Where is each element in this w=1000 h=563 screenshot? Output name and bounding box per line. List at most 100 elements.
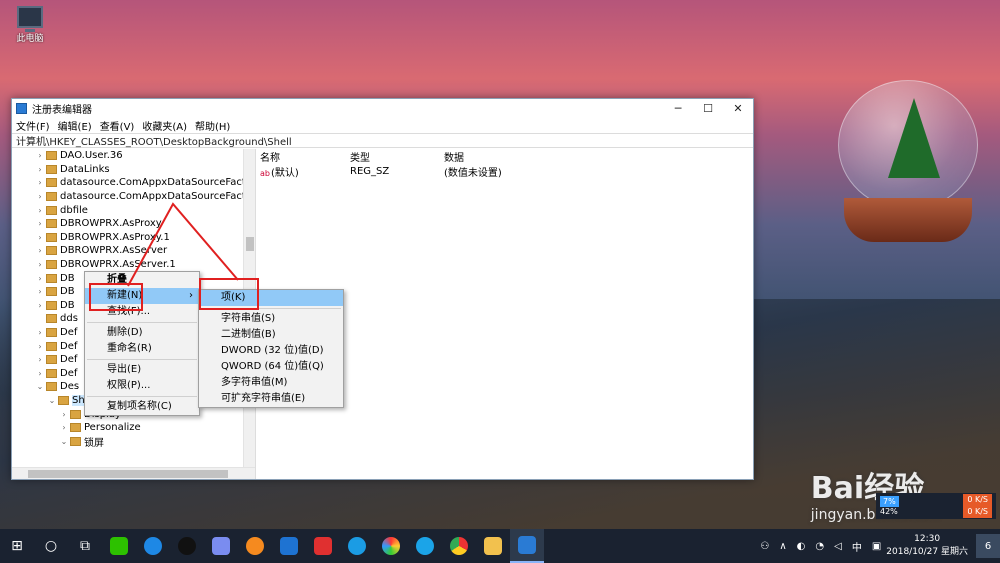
tree-node[interactable]: › datasource.ComAppxDataSourceFacto [12,176,255,190]
context-menu-item[interactable]: 二进制值(B) [199,327,343,343]
close-button[interactable]: ✕ [723,102,753,115]
column-type[interactable]: 类型 [350,149,444,164]
action-center-button[interactable]: 6 [976,529,1000,563]
regedit-taskbar-icon[interactable] [510,529,544,563]
tree-node-label: dbfile [60,204,88,216]
menu-separator [87,359,197,360]
clock[interactable]: 12:30 2018/10/27 星期六 [886,533,968,559]
color-picker-icon[interactable] [374,529,408,563]
column-name[interactable]: 名称 [256,149,350,164]
context-menu-item[interactable]: 字符串值(S) [199,311,343,327]
minimize-button[interactable]: ─ [663,102,693,115]
wechat-icon[interactable] [102,529,136,563]
values-header: 名称 类型 数据 [256,149,753,164]
expand-arrow-icon[interactable]: › [34,301,46,310]
folder-icon [70,409,81,419]
tree-node[interactable]: › DBROWPRX.AsServer [12,244,255,258]
tree-node[interactable]: › DBROWPRX.AsServer.1 [12,258,255,272]
menu-item[interactable]: 帮助(H) [195,118,230,133]
qq-music-icon[interactable] [408,529,442,563]
tree-node[interactable]: ⌄ 锁屏 [12,434,255,449]
tree-node[interactable]: › DBROWPRX.AsProxy.1 [12,231,255,245]
tree-node[interactable]: › DataLinks [12,163,255,177]
file-explorer-icon[interactable] [476,529,510,563]
expand-arrow-icon[interactable]: › [34,178,46,187]
column-data[interactable]: 数据 [444,149,464,164]
expand-arrow-icon[interactable]: › [58,410,70,419]
expand-arrow-icon[interactable]: › [34,233,46,242]
language-indicator[interactable]: 中 [852,539,862,554]
office-icon[interactable] [272,529,306,563]
expand-arrow-icon[interactable]: › [34,206,46,215]
expand-arrow-icon[interactable]: › [34,246,46,255]
title-bar[interactable]: 注册表编辑器 ─ ☐ ✕ [12,99,753,117]
expand-arrow-icon[interactable]: ⌄ [34,382,46,391]
wifi-icon[interactable]: ◔ [815,541,824,552]
folder-icon [46,178,57,188]
tree-node[interactable]: › DAO.User.36 [12,149,255,163]
clock-date: 2018/10/27 星期六 [886,547,968,557]
expand-arrow-icon[interactable]: › [34,219,46,228]
feishu-icon[interactable] [204,529,238,563]
tree-node[interactable]: › DBROWPRX.AsProxy [12,217,255,231]
scrollbar-thumb[interactable] [246,237,254,251]
expand-arrow-icon[interactable]: › [34,165,46,174]
task-view-icon[interactable]: ⧉ [68,529,102,563]
context-menu-item[interactable]: 复制项名称(C) [85,399,199,415]
maximize-button[interactable]: ☐ [693,102,723,115]
search-icon[interactable]: ○ [34,529,68,563]
ie-icon[interactable] [340,529,374,563]
context-menu-item[interactable]: 权限(P)... [85,378,199,394]
expand-arrow-icon[interactable]: › [34,151,46,160]
app-red-icon[interactable] [306,529,340,563]
chrome-icon[interactable] [442,529,476,563]
tree-node[interactable]: › datasource.ComAppxDataSourceFacto [12,190,255,204]
menu-separator [87,322,197,323]
kugou-icon[interactable] [136,529,170,563]
address-bar[interactable]: 计算机\HKEY_CLASSES_ROOT\DesktopBackground\… [12,133,753,148]
context-menu-item[interactable]: DWORD (32 位)值(D) [199,343,343,359]
people-icon[interactable]: ⚇ [760,541,769,552]
tree-node[interactable]: › Personalize [12,421,255,435]
app-orange-icon[interactable] [238,529,272,563]
expand-arrow-icon[interactable]: › [34,287,46,296]
qq-icon[interactable] [170,529,204,563]
expand-arrow-icon[interactable]: › [34,192,46,201]
context-menu-item[interactable]: 多字符串值(M) [199,375,343,391]
watermark-brand: Bai [810,471,865,506]
context-menu-item-label: 可扩充字符串值(E) [221,393,306,404]
context-menu-item[interactable]: 重命名(R) [85,341,199,357]
this-pc-desktop-icon[interactable]: 此电脑 [8,6,52,44]
volume-icon[interactable]: ◁ [834,541,842,552]
tree-node[interactable]: › dbfile [12,203,255,217]
annotation-box-new [89,283,143,311]
tree-node-label: DB [60,286,75,298]
expand-arrow-icon[interactable]: › [34,328,46,337]
expand-arrow-icon[interactable]: › [58,423,70,432]
menu-item[interactable]: 收藏夹(A) [142,118,187,133]
expand-arrow-icon[interactable]: › [34,274,46,283]
network-speed-widget[interactable]: 7% 42% 0 K/S 0 K/S [876,493,996,519]
keyboard-icon[interactable]: ▣ [872,541,881,552]
context-menu-item[interactable]: 删除(D) [85,325,199,341]
expand-arrow-icon[interactable]: › [34,369,46,378]
tray-app-icon[interactable]: ◐ [797,541,806,552]
value-row[interactable]: ab(默认) REG_SZ (数值未设置) [256,164,753,179]
tree-node-label: Def [60,367,78,379]
tray-expand-icon[interactable]: ∧ [779,541,786,552]
context-menu-item[interactable]: 导出(E) [85,362,199,378]
expand-arrow-icon[interactable]: › [34,355,46,364]
tree-horizontal-scrollbar[interactable] [12,467,255,479]
context-menu-item[interactable]: QWORD (64 位)值(Q) [199,359,343,375]
address-path[interactable]: 计算机\HKEY_CLASSES_ROOT\DesktopBackground\… [16,133,292,148]
start-button[interactable]: ⊞ [0,529,34,563]
menu-item[interactable]: 文件(F) [16,118,50,133]
menu-item[interactable]: 编辑(E) [58,118,92,133]
menu-item[interactable]: 查看(V) [100,118,135,133]
scrollbar-thumb[interactable] [28,470,228,478]
expand-arrow-icon[interactable]: › [34,342,46,351]
expand-arrow-icon[interactable]: ⌄ [46,396,58,405]
expand-arrow-icon[interactable]: ⌄ [58,437,70,446]
context-menu-item[interactable]: 可扩充字符串值(E) [199,391,343,407]
expand-arrow-icon[interactable]: › [34,260,46,269]
